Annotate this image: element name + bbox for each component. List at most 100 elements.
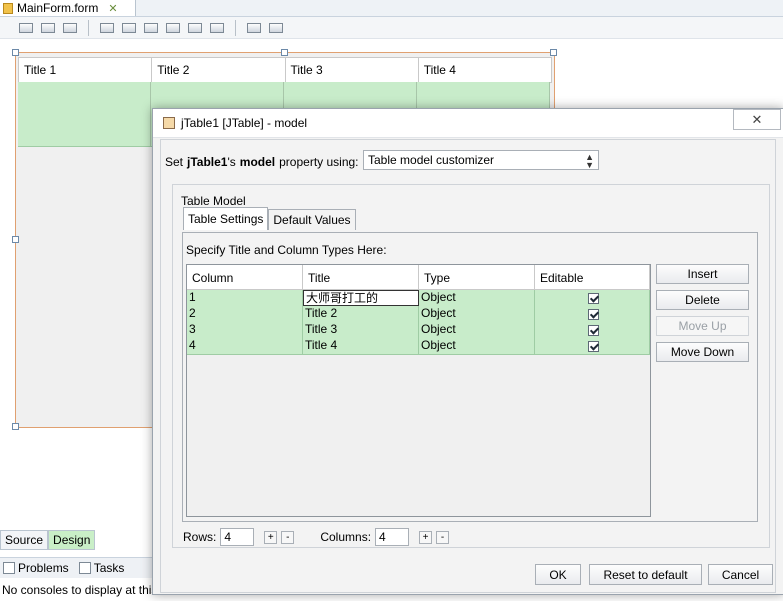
- panel-label: Specify Title and Column Types Here:: [186, 243, 387, 257]
- output-panel-tabs: Problems Tasks: [0, 557, 155, 578]
- columns-input[interactable]: 4: [375, 528, 410, 546]
- column-index-cell[interactable]: 1: [187, 290, 303, 306]
- table-model-dialog: jTable1 [JTable] - model ✕ Set jTable1's …: [152, 108, 783, 595]
- delete-button[interactable]: Delete: [656, 290, 749, 310]
- type-cell[interactable]: Object: [419, 306, 535, 322]
- columns-plus-button[interactable]: +: [419, 530, 433, 544]
- editable-checkbox[interactable]: [587, 292, 599, 304]
- connection-mode-icon[interactable]: [40, 21, 56, 35]
- jtable-row[interactable]: [18, 82, 550, 99]
- grid-header-cell[interactable]: Editable: [535, 265, 650, 289]
- center-vertically-icon[interactable]: [209, 21, 225, 35]
- editor-tab-mainform[interactable]: MainForm.form ✕: [0, 0, 136, 16]
- tab-problems[interactable]: Problems: [0, 561, 72, 575]
- close-icon: ✕: [751, 111, 763, 127]
- title-cell-editor[interactable]: 大师哥打工的: [303, 290, 419, 306]
- editor-tab-strip: MainForm.form ✕: [0, 0, 783, 17]
- title-cell[interactable]: Title 3: [303, 322, 419, 338]
- tab-tasks[interactable]: Tasks: [76, 561, 128, 575]
- insert-button[interactable]: Insert: [656, 264, 749, 284]
- align-bottom-icon[interactable]: [187, 21, 203, 35]
- grid-header-cell[interactable]: Type: [419, 265, 535, 289]
- model-tabs: Table Settings Default Values: [183, 207, 356, 230]
- close-tab-icon[interactable]: ✕: [108, 2, 117, 15]
- move-down-button[interactable]: Move Down: [656, 342, 749, 362]
- title-cell[interactable]: Title 2: [303, 306, 419, 322]
- toolbar-separator: [235, 19, 236, 36]
- resize-vertically-icon[interactable]: [268, 21, 284, 35]
- table-row[interactable]: 1 大师哥打工的 Object: [187, 290, 650, 307]
- type-cell[interactable]: Object: [419, 338, 535, 354]
- rows-plus-button[interactable]: +: [264, 530, 278, 544]
- grid-header-cell[interactable]: Title: [303, 265, 419, 289]
- center-horizontally-icon[interactable]: [143, 21, 159, 35]
- resize-handle[interactable]: [12, 236, 19, 243]
- jtable-column-header[interactable]: Title 2: [152, 58, 286, 82]
- editable-checkbox[interactable]: [587, 308, 599, 320]
- title-cell[interactable]: Title 4: [303, 338, 419, 354]
- cancel-button[interactable]: Cancel: [708, 564, 773, 585]
- column-index-cell[interactable]: 3: [187, 322, 303, 338]
- tab-source[interactable]: Source: [0, 530, 49, 550]
- jtable-column-header[interactable]: Title 4: [419, 58, 551, 82]
- tasks-icon: [78, 562, 91, 574]
- selection-mode-icon[interactable]: [18, 21, 34, 35]
- property-prefix: Set: [165, 155, 184, 169]
- editable-cell[interactable]: [535, 338, 650, 354]
- console-message: No consoles to display at this: [2, 583, 154, 597]
- component-name: jTable1: [187, 155, 228, 169]
- editable-cell[interactable]: [535, 306, 650, 322]
- type-cell[interactable]: Object: [419, 322, 535, 338]
- table-row[interactable]: 2 Title 2 Object: [187, 306, 650, 323]
- grid-header-cell[interactable]: Column: [187, 265, 303, 289]
- jtable-column-header[interactable]: Title 3: [286, 58, 419, 82]
- tab-problems-label: Problems: [18, 561, 69, 575]
- ok-button[interactable]: OK: [535, 564, 581, 585]
- property-line: Set jTable1's model property using:: [165, 155, 359, 169]
- customizer-select[interactable]: Table model customizer ▲ ▼: [363, 150, 599, 170]
- column-index-cell[interactable]: 4: [187, 338, 303, 354]
- rows-input[interactable]: 4: [220, 528, 255, 546]
- editable-cell[interactable]: [535, 290, 650, 306]
- toolbar-separator: [88, 19, 89, 36]
- spinner-arrows-icon: ▲ ▼: [585, 152, 594, 170]
- tab-design[interactable]: Design: [48, 530, 96, 550]
- property-suffix: property using:: [279, 155, 359, 169]
- form-file-icon: [3, 2, 13, 14]
- resize-horizontally-icon[interactable]: [246, 21, 262, 35]
- editable-checkbox[interactable]: [587, 340, 599, 352]
- designer-toolbar: [0, 17, 783, 39]
- preview-design-icon[interactable]: [62, 21, 78, 35]
- dialog-title-bar[interactable]: jTable1 [JTable] - model: [153, 109, 783, 138]
- tab-default-values[interactable]: Default Values: [268, 209, 356, 230]
- jtable-column-header[interactable]: Title 1: [19, 58, 153, 82]
- property-name: model: [239, 155, 276, 169]
- grid-header: Column Title Type Editable: [187, 265, 650, 290]
- table-row[interactable]: 4 Title 4 Object: [187, 338, 650, 355]
- move-up-button[interactable]: Move Up: [656, 316, 749, 336]
- column-index-cell[interactable]: 2: [187, 306, 303, 322]
- table-row[interactable]: 3 Title 3 Object: [187, 322, 650, 339]
- apostrophe-s: 's: [227, 155, 236, 169]
- columns-grid: Column Title Type Editable 1 大师哥打工的 Obje…: [186, 264, 651, 517]
- resize-handle[interactable]: [281, 49, 288, 56]
- editable-cell[interactable]: [535, 322, 650, 338]
- jtable-header: Title 1 Title 2 Title 3 Title 4: [18, 57, 552, 83]
- align-top-icon[interactable]: [165, 21, 181, 35]
- editable-checkbox[interactable]: [587, 324, 599, 336]
- rows-label: Rows:: [183, 530, 217, 544]
- align-right-icon[interactable]: [121, 21, 137, 35]
- tab-table-settings[interactable]: Table Settings: [183, 207, 269, 230]
- customizer-value: Table model customizer: [368, 153, 495, 167]
- resize-handle[interactable]: [12, 49, 19, 56]
- resize-handle[interactable]: [12, 423, 19, 430]
- columns-minus-button[interactable]: -: [436, 530, 450, 544]
- align-left-icon[interactable]: [99, 21, 115, 35]
- reset-to-default-button[interactable]: Reset to default: [589, 564, 702, 585]
- resize-handle[interactable]: [550, 49, 557, 56]
- type-cell[interactable]: Object: [419, 290, 535, 306]
- columns-label: Columns:: [320, 530, 372, 544]
- rows-minus-button[interactable]: -: [281, 530, 295, 544]
- row-column-count-line: Rows: 4 + - Columns: 4 + -: [183, 528, 450, 546]
- close-button[interactable]: ✕: [733, 109, 781, 130]
